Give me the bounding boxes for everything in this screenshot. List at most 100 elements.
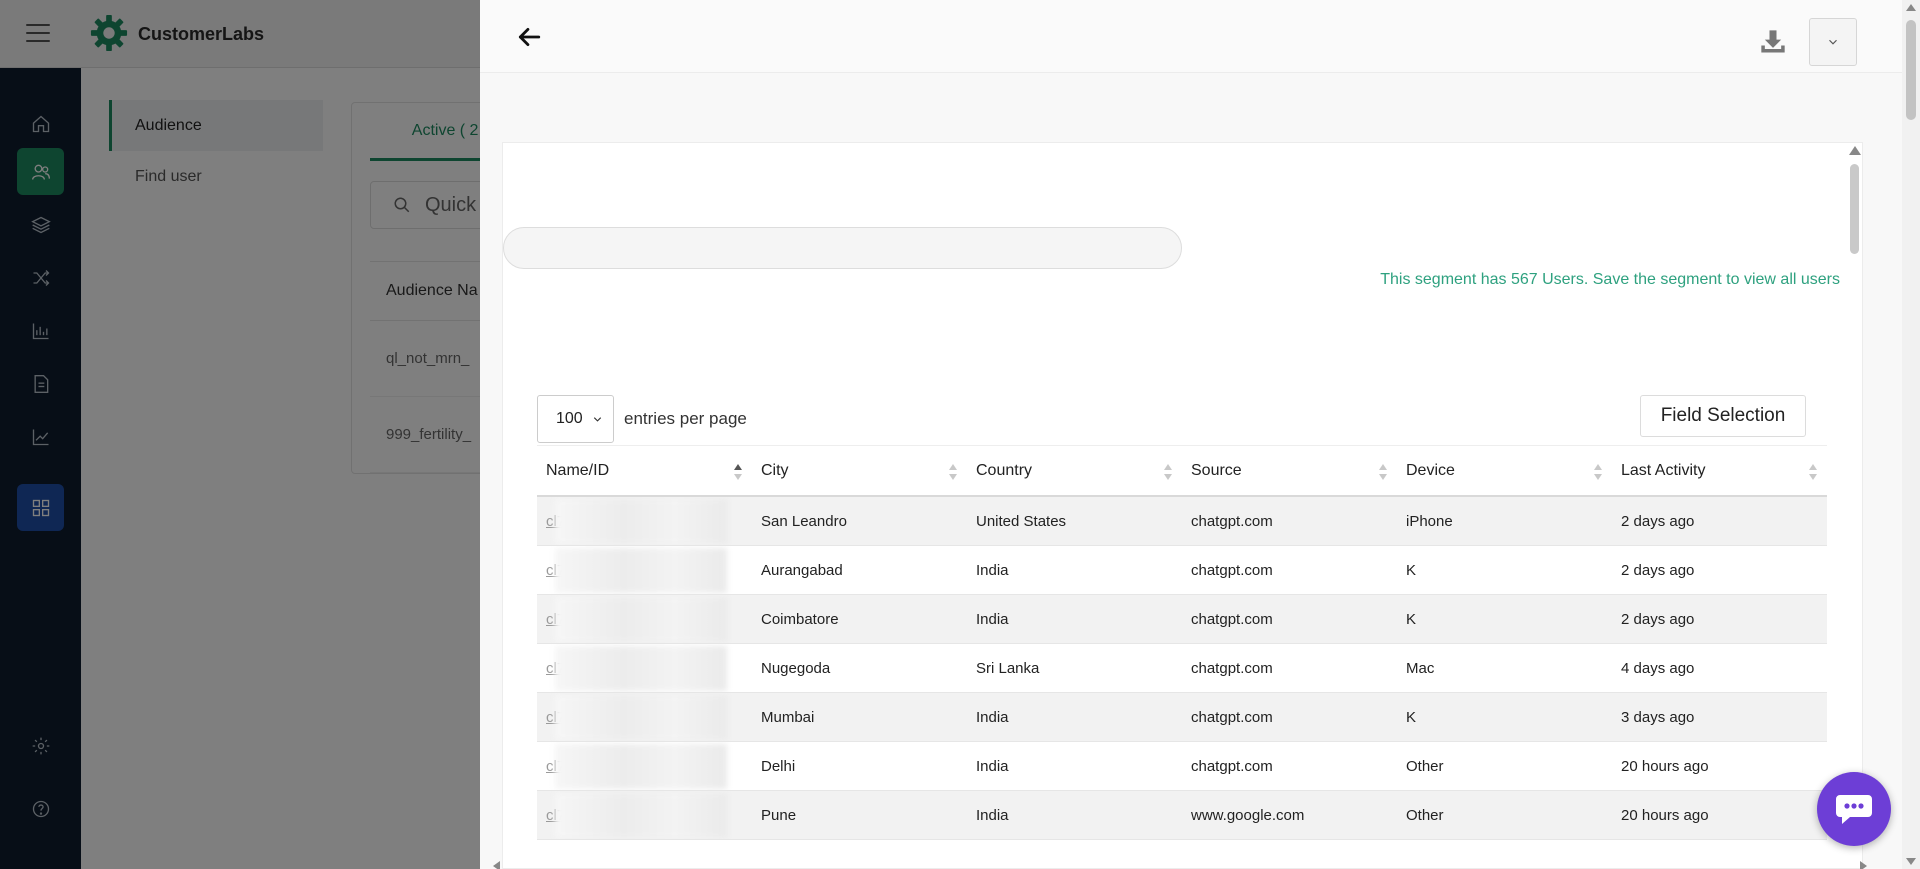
cell-last-activity: 4 days ago (1621, 659, 1695, 677)
entries-per-page: 100 entries per page (537, 395, 747, 443)
column-label: City (761, 461, 789, 479)
cell-country: Sri Lanka (976, 659, 1040, 677)
field-selection-button[interactable]: Field Selection (1640, 395, 1806, 437)
cell-source: chatgpt.com (1191, 610, 1273, 628)
column-header-city[interactable]: City (752, 446, 967, 495)
table-row: cl7 Delhi India chatgpt.com Other 20 hou… (537, 742, 1827, 791)
cell-device: K (1406, 708, 1417, 726)
panel-scrollbar[interactable] (1902, 0, 1920, 869)
cell-last-activity: 2 days ago (1621, 561, 1695, 579)
chevron-down-icon (593, 416, 602, 422)
column-label: Device (1406, 461, 1455, 479)
content-scrollbar[interactable] (1847, 144, 1863, 844)
table-header: Name/ID City Country Source Device Last … (537, 445, 1827, 497)
cell-country: India (976, 757, 1009, 775)
scroll-left-arrow-icon[interactable] (493, 861, 500, 869)
redaction-blur (555, 744, 727, 789)
table-row: cl7 Mumbai India chatgpt.com K 3 days ag… (537, 693, 1827, 742)
user-id-link[interactable]: cl7050lir3dnn01dne3d5 (537, 497, 752, 545)
table-row: cl7 Aurangabad India chatgpt.com K 2 day… (537, 546, 1827, 595)
scroll-up-arrow-icon[interactable] (1849, 146, 1861, 155)
entries-select[interactable]: 100 (537, 395, 614, 443)
scrollbar-thumb[interactable] (1850, 164, 1859, 254)
redaction-blur (555, 548, 727, 593)
scroll-down-arrow-icon[interactable] (1906, 858, 1916, 865)
cell-country: United States (976, 512, 1067, 530)
cell-device: K (1406, 561, 1417, 579)
redaction-blur (555, 793, 727, 838)
cell-last-activity: 3 days ago (1621, 708, 1695, 726)
back-arrow-icon (518, 28, 541, 46)
column-header-last-activity[interactable]: Last Activity (1612, 446, 1827, 495)
column-header-country[interactable]: Country (967, 446, 1182, 495)
user-id-link[interactable]: cl7 (537, 791, 752, 839)
cell-last-activity: 2 days ago (1621, 610, 1695, 628)
user-id-link[interactable]: cl7 (537, 595, 752, 643)
column-header-device[interactable]: Device (1397, 446, 1612, 495)
cell-country: India (976, 561, 1009, 579)
user-id-link[interactable]: cl7 (537, 742, 752, 790)
more-options-dropdown[interactable] (1809, 18, 1857, 66)
cell-city: Aurangabad (761, 561, 843, 579)
cell-city: Mumbai (761, 708, 815, 726)
cell-device: K (1406, 610, 1417, 628)
segment-users-panel: This segment has 567 Users. Save the seg… (480, 0, 1920, 869)
chat-icon (1836, 795, 1872, 824)
cell-source: chatgpt.com (1191, 512, 1273, 530)
user-id-link[interactable]: cl7 (537, 693, 752, 741)
sort-icon (1594, 464, 1602, 480)
cell-device: Other (1406, 757, 1444, 775)
cell-city: Coimbatore (761, 610, 839, 628)
entries-value: 100 (556, 410, 583, 427)
sort-icon (1379, 464, 1387, 480)
cell-source: chatgpt.com (1191, 757, 1273, 775)
panel-header (480, 0, 1902, 73)
user-id-link[interactable]: cl7 (537, 546, 752, 594)
cell-country: India (976, 610, 1009, 628)
cell-source: chatgpt.com (1191, 561, 1273, 579)
cell-city: San Leandro (761, 512, 847, 530)
cell-last-activity: 20 hours ago (1621, 757, 1709, 775)
cell-city: Pune (761, 806, 797, 824)
back-button[interactable] (514, 22, 544, 52)
segment-name-input[interactable] (503, 227, 1182, 269)
segment-user-count-note: This segment has 567 Users. Save the seg… (1380, 271, 1840, 288)
download-icon[interactable] (1759, 28, 1787, 56)
cell-last-activity: 2 days ago (1621, 512, 1695, 530)
cell-source: chatgpt.com (1191, 659, 1273, 677)
scroll-up-arrow-icon[interactable] (1906, 4, 1916, 11)
cell-source: chatgpt.com (1191, 708, 1273, 726)
column-header-source[interactable]: Source (1182, 446, 1397, 495)
sort-icon (949, 464, 957, 480)
cell-country: India (976, 708, 1009, 726)
column-label: Name/ID (546, 461, 610, 479)
sort-icon (1164, 464, 1172, 480)
entries-label: entries per page (624, 409, 747, 428)
chat-widget-button[interactable] (1817, 772, 1891, 846)
redaction-blur (555, 695, 727, 740)
table-row: cl7 Coimbatore India chatgpt.com K 2 day… (537, 595, 1827, 644)
cell-last-activity: 20 hours ago (1621, 806, 1709, 824)
cell-device: iPhone (1406, 512, 1453, 530)
column-label: Last Activity (1621, 461, 1706, 479)
chevron-down-icon (1829, 39, 1837, 45)
column-label: Source (1191, 461, 1242, 479)
cell-device: Other (1406, 806, 1444, 824)
segment-content: This segment has 567 Users. Save the seg… (502, 142, 1863, 869)
scroll-right-arrow-icon[interactable] (1860, 861, 1867, 869)
user-id-link[interactable]: cl7 (537, 644, 752, 692)
cell-city: Nugegoda (761, 659, 831, 677)
sort-icon (734, 464, 742, 480)
column-header-name-id[interactable]: Name/ID (537, 446, 752, 495)
cell-country: India (976, 806, 1009, 824)
table-row: cl7 Pune India www.google.com Other 20 h… (537, 791, 1827, 840)
table-row: cl7 Nugegoda Sri Lanka chatgpt.com Mac 4… (537, 644, 1827, 693)
table-row: cl7050lir3dnn01dne3d5 San Leandro United… (537, 497, 1827, 546)
cell-device: Mac (1406, 659, 1435, 677)
column-label: Country (976, 461, 1033, 479)
scrollbar-thumb[interactable] (1906, 20, 1916, 120)
users-table: Name/ID City Country Source Device Last … (537, 445, 1827, 840)
redaction-blur (555, 499, 727, 544)
redaction-blur (555, 597, 727, 642)
cell-city: Delhi (761, 757, 796, 775)
